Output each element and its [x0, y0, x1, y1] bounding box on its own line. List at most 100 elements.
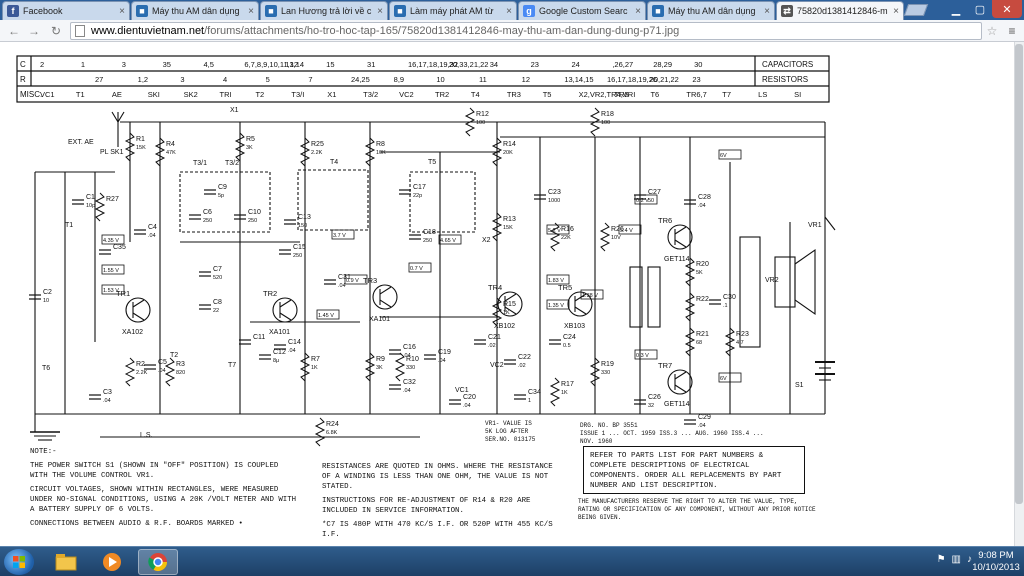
- capacitor-value: 10p: [86, 203, 95, 209]
- capacitor-ref: C34: [528, 389, 541, 396]
- network-icon[interactable]: ▥: [952, 554, 961, 565]
- capacitor-ref: C20: [463, 394, 476, 401]
- resistor-ref: R23: [736, 331, 749, 338]
- explorer-icon[interactable]: [46, 549, 86, 575]
- system-tray: ⚑ ▥ ♪: [937, 554, 972, 565]
- start-button[interactable]: [4, 549, 34, 575]
- resistor-value: 15K: [503, 225, 513, 231]
- capacitor-ref: C19: [438, 349, 451, 356]
- scrollbar-thumb[interactable]: [1015, 44, 1023, 504]
- component-label: T5: [428, 159, 436, 166]
- browser-tab[interactable]: ■ Lan Hương trả lời về c ×: [260, 1, 388, 20]
- browser-tab[interactable]: f Facebook ×: [2, 1, 130, 20]
- capacitor-value: 5p: [218, 193, 224, 199]
- minimize-icon[interactable]: ▁: [944, 0, 968, 18]
- component-label: VC1: [455, 387, 469, 394]
- browser-tab[interactable]: ■ Máy thu AM dân dụng ×: [647, 1, 775, 20]
- close-tab-icon[interactable]: ×: [506, 6, 512, 17]
- resistor-ref: R21: [696, 331, 709, 338]
- capacitor-value: .04: [103, 398, 111, 404]
- header-cell: 13,14,15: [564, 75, 593, 84]
- maximize-icon[interactable]: ▢: [968, 0, 992, 18]
- browser-toolbar: ← → ↻ www.dientuvietnam.net/forums/attac…: [0, 20, 1024, 42]
- resistor-symbol: [94, 192, 106, 222]
- close-tab-icon[interactable]: ×: [248, 6, 254, 17]
- reload-icon[interactable]: ↻: [48, 23, 64, 39]
- capacitor-value: 10: [43, 298, 49, 304]
- header-cell: 20,21,22: [650, 75, 679, 84]
- resistor-value: 20K: [503, 150, 513, 156]
- browser-tab[interactable]: ■ Máy thu AM dân dụng ×: [131, 1, 259, 20]
- component-label: T3/2: [225, 160, 239, 167]
- transistor-type: XA101: [269, 329, 290, 336]
- close-tab-icon[interactable]: ×: [764, 6, 770, 17]
- new-tab-button[interactable]: [903, 4, 929, 16]
- forward-icon[interactable]: →: [26, 23, 42, 39]
- clock-time: 9:08 PM: [978, 550, 1014, 561]
- capacitor-ref: C8: [213, 299, 222, 306]
- voltage-label: 0.3 V: [636, 353, 649, 359]
- bookmark-star-icon[interactable]: ☆: [984, 23, 1000, 39]
- header-cell: 2: [40, 60, 44, 69]
- capacitor-value: .04: [463, 403, 471, 409]
- resistor-ref: R27: [106, 196, 119, 203]
- chrome-icon[interactable]: [138, 549, 178, 575]
- capacitor-value: 1: [528, 398, 531, 404]
- address-bar[interactable]: www.dientuvietnam.net/forums/attachments…: [70, 22, 982, 40]
- capacitor-value: 250: [248, 218, 257, 224]
- tab-title: Máy thu AM dân dụng: [152, 6, 240, 16]
- resistor-value: 68: [696, 340, 702, 346]
- resistor-value: 100: [601, 120, 610, 126]
- browser-tab[interactable]: ⇄ 75820d1381412846-m ×: [776, 1, 904, 20]
- header-row-label: RESISTORS: [762, 75, 808, 84]
- resistor-ref: R1: [136, 136, 145, 143]
- close-tab-icon[interactable]: ×: [377, 6, 383, 17]
- capacitor-value: .04: [403, 353, 411, 359]
- capacitor-ref: C10: [248, 209, 261, 216]
- resistor-ref: R8: [376, 141, 385, 148]
- resistor-symbol: [164, 357, 176, 387]
- resistor-symbol: [314, 417, 326, 447]
- voltage-label: 0.9 V: [346, 278, 359, 284]
- transistor-symbol: [272, 297, 298, 323]
- system-clock[interactable]: 9:08 PM 10/10/2013: [972, 550, 1020, 574]
- browser-tab[interactable]: g Google Custom Searc ×: [518, 1, 646, 20]
- flag-icon[interactable]: ⚑: [937, 554, 946, 565]
- header-cell: TR6,7: [686, 90, 706, 99]
- capacitor-value: 250: [203, 218, 212, 224]
- header-cell: 24,25: [351, 75, 370, 84]
- capacitor-value: 32: [648, 403, 654, 409]
- folder-icon: [55, 554, 77, 571]
- capacitor-value: 50: [648, 198, 654, 204]
- page-icon: [75, 25, 85, 37]
- close-tab-icon[interactable]: ×: [635, 6, 641, 17]
- header-cell: 1,2: [138, 75, 148, 84]
- capacitor-ref: C23: [548, 189, 561, 196]
- voltage-label: 4.35 V: [103, 238, 119, 244]
- tab-title: Làm máy phát AM từ: [410, 6, 494, 16]
- component-label: T3/1: [193, 160, 207, 167]
- component-label: T7: [228, 362, 236, 369]
- taskbar: ⚑ ▥ ♪ 9:08 PM 10/10/2013: [0, 546, 1024, 576]
- capacitor-ref: C16: [403, 344, 416, 351]
- header-cell: 24: [571, 60, 579, 69]
- component-label: S1: [795, 382, 804, 389]
- vr1-note-line: 5K LOG AFTER: [485, 428, 529, 435]
- media-player-icon[interactable]: [92, 549, 132, 575]
- capacitor-ref: C12: [273, 349, 286, 356]
- tab-title: Google Custom Searc: [539, 6, 628, 16]
- resistor-value: 3K: [376, 365, 383, 371]
- capacitor-ref: C1: [86, 194, 95, 201]
- browser-tab[interactable]: ■ Làm máy phát AM từ ×: [389, 1, 517, 20]
- component-label: L.S.: [140, 432, 153, 439]
- close-window-icon[interactable]: ✕: [992, 0, 1022, 18]
- component-label: VR2: [765, 277, 779, 284]
- capacitor-ref: C26: [648, 394, 661, 401]
- header-cell: 20,33,21,22: [449, 60, 489, 69]
- close-tab-icon[interactable]: ×: [119, 6, 125, 17]
- chrome-logo-icon: [148, 553, 167, 572]
- close-tab-icon[interactable]: ×: [893, 6, 899, 17]
- back-icon[interactable]: ←: [6, 23, 22, 39]
- header-cell: 34: [490, 60, 498, 69]
- menu-icon[interactable]: ≡: [1004, 23, 1020, 39]
